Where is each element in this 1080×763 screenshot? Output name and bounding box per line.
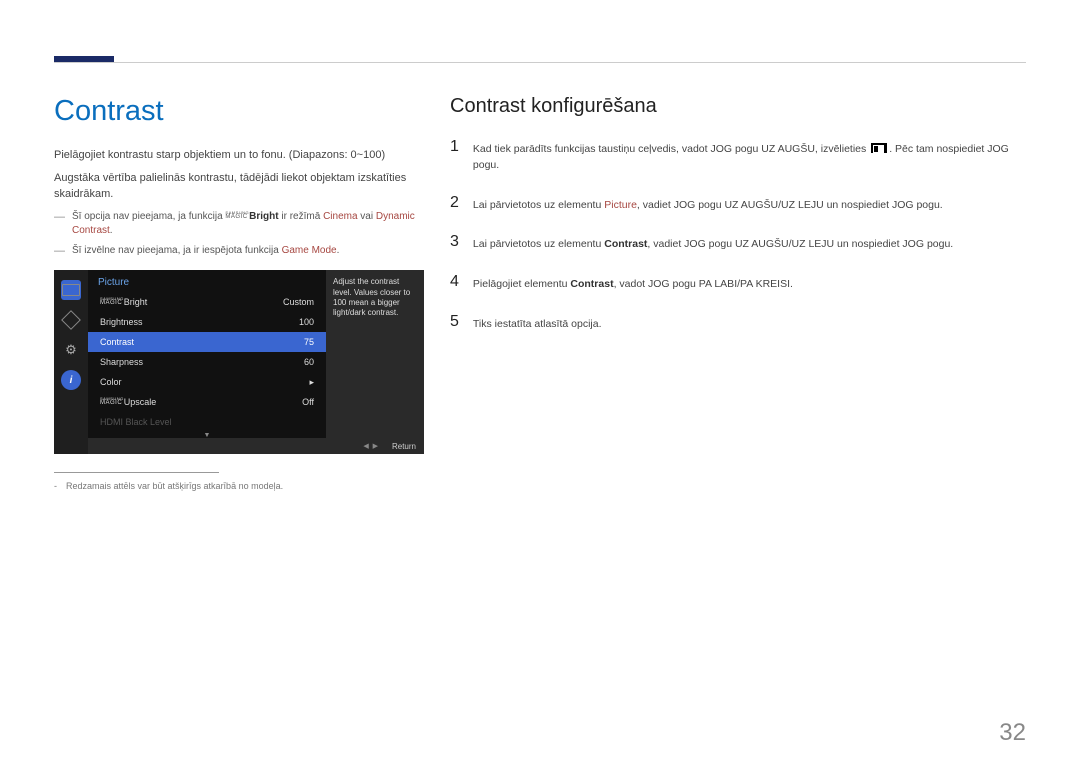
game-mode-label: Game Mode: [282, 245, 337, 256]
footnote-divider: [54, 472, 219, 473]
step-number: 5: [450, 307, 473, 347]
note-1-text: Šī opcija nav pieejama, ja funkcija: [72, 211, 225, 222]
osd-row-label: Color: [100, 377, 122, 387]
note-1: Šī opcija nav pieejama, ja funkcija SAMS…: [54, 210, 424, 238]
osd-row: SAMSUNGMAGICBright Custom: [88, 292, 326, 312]
contrast-keyword: Contrast: [570, 278, 613, 290]
step-text: Kad tiek parādīts funkcijas taustiņu ceļ…: [473, 132, 1025, 188]
note-1-or: vai: [358, 211, 376, 222]
picture-tab-icon: [61, 280, 81, 300]
samsung-magic-label: SAMSUNGMAGIC: [100, 398, 124, 405]
osd-row-value: 75: [304, 337, 314, 347]
note-1-mid: ir režīmā: [279, 211, 323, 222]
note-1-end: .: [110, 225, 113, 236]
osd-row-label: SAMSUNGMAGICUpscale: [100, 397, 156, 407]
section-title: Contrast: [54, 95, 424, 128]
step-3: 3 Lai pārvietotos uz elementu Contrast, …: [450, 227, 1025, 267]
osd-footer: ◀ ▶ Return: [88, 438, 424, 454]
intro-paragraph-1: Pielāgojiet kontrastu starp objektiem un…: [54, 148, 424, 163]
right-column: Contrast konfigurēšana 1 Kad tiek parādī…: [450, 95, 1025, 347]
menu-button-icon: [871, 143, 887, 153]
picture-keyword: Picture: [604, 199, 637, 211]
samsung-magic-label: SAMSUNGMAGIC: [225, 212, 249, 219]
step-1: 1 Kad tiek parādīts funkcijas taustiņu c…: [450, 132, 1025, 188]
osd-row-value: 100: [299, 317, 314, 327]
intro-paragraph-2: Augstāka vērtība palielinās kontrastu, t…: [54, 171, 424, 202]
steps-list: 1 Kad tiek parādīts funkcijas taustiņu c…: [450, 132, 1025, 347]
footnote-area: Redzamais attēls var būt atšķirīgs atkar…: [54, 472, 424, 491]
bright-label: Bright: [249, 211, 278, 222]
gear-icon: ⚙: [61, 340, 81, 360]
osd-row: Brightness 100: [88, 312, 326, 332]
osd-row: Sharpness 60: [88, 352, 326, 372]
note-2-end: .: [337, 245, 340, 256]
step-4: 4 Pielāgojiet elementu Contrast, vadot J…: [450, 267, 1025, 307]
step-5: 5 Tiks iestatīta atlasītā opcija.: [450, 307, 1025, 347]
cinema-label: Cinema: [323, 211, 357, 222]
header-divider: [54, 62, 1026, 63]
osd-sidebar: ⚙ i: [54, 270, 88, 454]
page-number: 32: [999, 719, 1026, 747]
step-number: 3: [450, 227, 473, 267]
return-label: Return: [392, 442, 416, 451]
contrast-keyword: Contrast: [604, 238, 647, 250]
osd-row-value: ▸: [309, 377, 314, 388]
osd-row-label: Sharpness: [100, 357, 143, 367]
note-2-text: Šī izvēlne nav pieejama, ja ir iespējota…: [72, 245, 282, 256]
note-2: Šī izvēlne nav pieejama, ja ir iespējota…: [54, 244, 424, 258]
settings-tab-icon: [61, 310, 81, 330]
osd-row-value: 60: [304, 357, 314, 367]
step-text: Lai pārvietotos uz elementu Contrast, va…: [473, 227, 1025, 267]
osd-row-label: Contrast: [100, 337, 134, 347]
osd-row-label: HDMI Black Level: [100, 417, 172, 427]
step-text: Lai pārvietotos uz elementu Picture, vad…: [473, 188, 1025, 228]
osd-row-value: Off: [302, 397, 314, 407]
osd-row-label: Brightness: [100, 317, 143, 327]
subsection-title: Contrast konfigurēšana: [450, 95, 1025, 118]
osd-main-panel: Picture SAMSUNGMAGICBright Custom Brightne…: [88, 270, 326, 454]
step-2: 2 Lai pārvietotos uz elementu Picture, v…: [450, 188, 1025, 228]
info-icon: i: [61, 370, 81, 390]
nav-arrows-icon: ◀ ▶: [363, 442, 378, 450]
osd-screenshot: ⚙ i Picture SAMSUNGMAGICBright Custom Brig…: [54, 270, 424, 454]
osd-row-label: SAMSUNGMAGICBright: [100, 297, 147, 307]
step-number: 4: [450, 267, 473, 307]
osd-row-value: Custom: [283, 297, 314, 307]
osd-panel-title: Picture: [88, 270, 326, 292]
footnote-text: Redzamais attēls var būt atšķirīgs atkar…: [54, 481, 424, 491]
osd-help-text: Adjust the contrast level. Values closer…: [326, 270, 424, 454]
osd-row: HDMI Black Level: [88, 412, 326, 432]
step-text: Pielāgojiet elementu Contrast, vadot JOG…: [473, 267, 1025, 307]
osd-row: SAMSUNGMAGICUpscale Off: [88, 392, 326, 412]
osd-row: Color ▸: [88, 372, 326, 392]
osd-row: Contrast 75: [88, 332, 326, 352]
step-number: 1: [450, 132, 473, 188]
left-column: Contrast Pielāgojiet kontrastu starp obj…: [54, 95, 424, 491]
step-text: Tiks iestatīta atlasītā opcija.: [473, 307, 1025, 347]
samsung-magic-label: SAMSUNGMAGIC: [100, 298, 124, 305]
step-number: 2: [450, 188, 473, 228]
